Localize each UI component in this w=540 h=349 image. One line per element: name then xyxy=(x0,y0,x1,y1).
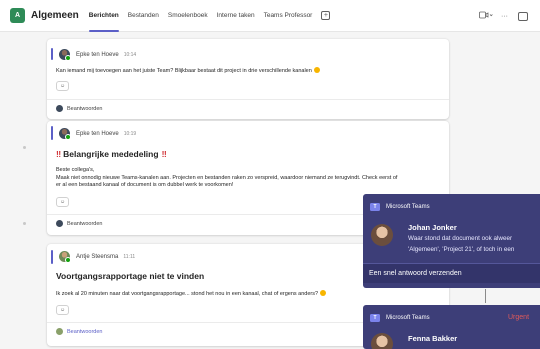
post-message-line: Maak niet onnodig nieuwe Teams-kanalen a… xyxy=(56,174,398,181)
post-message: Ik zoek al 20 minuten naar dat voortgang… xyxy=(56,290,439,299)
add-reaction-button[interactable]: ☺ xyxy=(56,197,69,207)
toast-header: T Microsoft Teams xyxy=(363,194,540,219)
add-reaction-button[interactable]: ☺ xyxy=(56,81,69,91)
tab-bar: Berichten Bestanden Smoelenboek Interne … xyxy=(88,0,331,32)
thinking-emoji-icon xyxy=(313,67,320,73)
post-accent-bar xyxy=(51,250,53,264)
teams-icon: T xyxy=(370,313,380,322)
post-accent-bar xyxy=(51,126,53,140)
post-message-text: Kan iemand mij toevoegen aan het juiste … xyxy=(56,68,312,74)
reply-button[interactable]: Beantwoorden xyxy=(56,105,102,112)
reply-avatar xyxy=(56,105,63,112)
channel-header: A Algemeen Berichten Bestanden Smoelenbo… xyxy=(0,0,540,32)
toast-separator xyxy=(485,289,486,303)
toast-sender: Fenna Bakker xyxy=(408,334,458,343)
post-author: Epke ten Hoeve xyxy=(76,130,119,137)
post-meta: Epke ten Hoeve 10:19 xyxy=(59,128,137,140)
quick-reply-button[interactable]: Een snel antwoord verzenden xyxy=(363,263,540,283)
smiley-add-icon: ☺ xyxy=(59,307,66,313)
quick-reply-label: Een snel antwoord verzenden xyxy=(369,270,462,277)
post-message-text: Ik zoek al 20 minuten naar dat voortgang… xyxy=(56,291,319,297)
tab-bestanden[interactable]: Bestanden xyxy=(128,0,159,32)
post-time: 11:11 xyxy=(123,253,136,260)
post-message-line: Beste collega's, xyxy=(56,167,95,173)
post-meta: Epke ten Hoeve 10:14 xyxy=(59,49,137,61)
avatar xyxy=(371,333,393,349)
avatar[interactable] xyxy=(59,49,71,61)
exclamation-icon: ‼ xyxy=(56,149,62,159)
reply-avatar xyxy=(56,328,63,335)
add-reaction-button[interactable]: ☺ xyxy=(56,305,69,315)
toast-header: T Microsoft Teams Urgent xyxy=(363,305,540,330)
post-accent-bar xyxy=(51,48,53,60)
notification-toast[interactable]: T Microsoft Teams Urgent Fenna Bakker xyxy=(363,305,540,349)
tab-teams-professor[interactable]: Teams Professor xyxy=(264,0,313,32)
post-author: Antje Steensma xyxy=(76,253,119,260)
tab-smoelenboek[interactable]: Smoelenboek xyxy=(168,0,208,32)
post-author: Epke ten Hoeve xyxy=(76,51,119,58)
post-time: 10:19 xyxy=(123,130,137,137)
post-meta: Antje Steensma 11:11 xyxy=(59,251,136,263)
toast-sender: Johan Jonker xyxy=(408,223,457,232)
post-divider xyxy=(47,99,449,100)
scroll-marker xyxy=(23,146,26,149)
notification-toast[interactable]: T Microsoft Teams Johan Jonker Waar ston… xyxy=(363,194,540,288)
post-title: ‼ Belangrijke mededeling ‼ xyxy=(56,149,169,159)
avatar[interactable] xyxy=(59,251,71,263)
reply-button[interactable]: Beantwoorden xyxy=(56,220,102,227)
reply-label: Beantwoorden xyxy=(67,105,103,112)
channel-title: Algemeen xyxy=(31,10,79,21)
header-actions: ··· xyxy=(471,0,528,32)
exclamation-icon: ‼ xyxy=(161,149,167,159)
face-emoji-icon xyxy=(320,290,327,296)
video-dropdown-icon[interactable] xyxy=(479,11,493,21)
avatar[interactable] xyxy=(59,128,71,140)
teams-icon: T xyxy=(370,202,380,211)
toast-app-name: Microsoft Teams xyxy=(386,314,430,321)
post-message-line: er al een bestaand kanaal of document is… xyxy=(56,182,234,188)
expand-icon[interactable] xyxy=(518,11,528,21)
message-feed: Epke ten Hoeve 10:14 Kan iemand mij toev… xyxy=(0,32,540,349)
more-icon[interactable]: ··· xyxy=(501,13,508,20)
tab-berichten[interactable]: Berichten xyxy=(88,0,119,32)
reply-label: Beantwoorden xyxy=(67,328,103,335)
post-title: Voortgangsrapportage niet te vinden xyxy=(56,271,205,281)
scroll-marker xyxy=(23,222,26,225)
tab-interne-taken[interactable]: Interne taken xyxy=(217,0,255,32)
reply-label: Beantwoorden xyxy=(67,220,103,227)
reply-button[interactable]: Beantwoorden xyxy=(56,328,102,335)
post-title-text: Belangrijke mededeling xyxy=(63,149,159,159)
post-message: Beste collega's, Maak niet onnodig nieuw… xyxy=(56,167,439,190)
team-avatar[interactable]: A xyxy=(10,8,25,23)
smiley-add-icon: ☺ xyxy=(59,199,66,205)
avatar xyxy=(371,224,393,246)
smiley-add-icon: ☺ xyxy=(59,83,66,89)
post-message: Kan iemand mij toevoegen aan het juiste … xyxy=(56,67,439,76)
toast-message-line: 'Algemeen', 'Project 21', of toch in een xyxy=(408,246,515,253)
urgent-badge: Urgent xyxy=(508,314,530,321)
toast-app-name: Microsoft Teams xyxy=(386,203,430,210)
add-tab-button[interactable]: + xyxy=(321,11,331,20)
reply-avatar xyxy=(56,220,63,227)
post-card: Epke ten Hoeve 10:14 Kan iemand mij toev… xyxy=(47,39,449,119)
post-time: 10:14 xyxy=(123,51,137,58)
toast-message-line: Waar stond dat document ook alweer xyxy=(408,235,513,242)
